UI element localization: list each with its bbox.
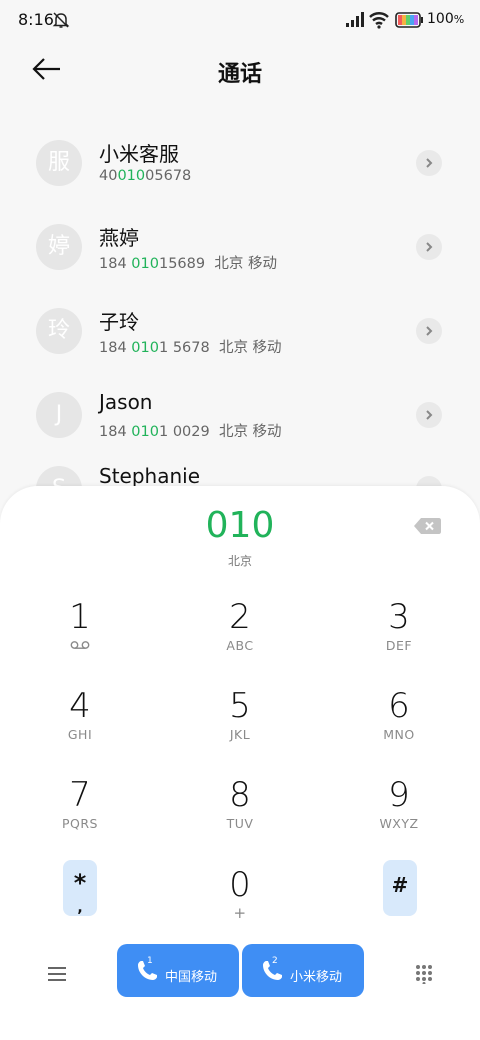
contact-name: 燕婷 — [99, 226, 139, 250]
backspace-icon[interactable] — [412, 515, 442, 537]
voicemail-icon — [70, 641, 90, 649]
contact-number: 184 0101 5678 北京 移动 — [99, 340, 282, 356]
contact-row[interactable]: 婷 燕婷 184 01015689 北京 移动 — [0, 214, 480, 298]
sim-number: 2 — [272, 956, 278, 966]
contact-name: 小米客服 — [99, 142, 179, 166]
contact-detail-button[interactable] — [416, 318, 442, 344]
dial-key-1[interactable]: 1 — [30, 598, 130, 668]
contact-detail-button[interactable] — [416, 234, 442, 260]
bell-muted-icon — [52, 12, 70, 28]
dial-key-3[interactable]: 3 DEF — [349, 598, 449, 668]
status-time: 8:16 — [18, 10, 54, 29]
dial-key-0[interactable]: 0 + — [190, 866, 290, 936]
dial-key-8[interactable]: 8 TUV — [190, 776, 290, 846]
dial-key-star[interactable]: * , — [63, 860, 97, 916]
avatar: 服 — [36, 140, 82, 186]
wifi-icon — [369, 12, 389, 29]
status-bar: 8:16 100% — [0, 0, 480, 40]
menu-icon[interactable] — [46, 965, 68, 983]
dialed-number-location: 北京 — [227, 554, 252, 568]
dial-key-6[interactable]: 6 MNO — [349, 687, 449, 757]
battery-percent: 100% — [427, 11, 465, 27]
contact-row[interactable]: 服 小米客服 4001005678 — [0, 130, 480, 214]
cellular-signal-icon — [346, 12, 364, 27]
dial-key-4[interactable]: 4 GHI — [30, 687, 130, 757]
battery-icon — [395, 12, 423, 28]
chevron-right-icon — [426, 326, 433, 336]
dial-key-hash[interactable]: # — [383, 860, 417, 916]
contact-name: Stephanie — [99, 464, 201, 488]
contact-name: 子玲 — [99, 310, 139, 334]
avatar: 婷 — [36, 224, 82, 270]
contact-location: 北京 移动 — [218, 340, 282, 356]
dialed-number: 010 — [205, 505, 275, 546]
dialer-sheet — [0, 486, 480, 1040]
dial-key-5[interactable]: 5 JKL — [190, 687, 290, 757]
call-sim2-label: 小米移动 — [290, 970, 343, 985]
contact-number: 4001005678 — [99, 168, 192, 184]
call-sim1-button[interactable]: 1 中国移动 — [117, 944, 239, 997]
dial-key-7[interactable]: 7 PQRS — [30, 776, 130, 846]
chevron-right-icon — [426, 242, 433, 252]
page-title: 通话 — [217, 62, 262, 87]
sim-number: 1 — [147, 956, 153, 966]
keypad-toggle-icon[interactable] — [414, 964, 434, 984]
dial-key-9[interactable]: 9 WXYZ — [349, 776, 449, 846]
contact-detail-button[interactable] — [416, 402, 442, 428]
dial-key-2[interactable]: 2 ABC — [190, 598, 290, 668]
contact-row[interactable]: 玲 子玲 184 0101 5678 北京 移动 — [0, 298, 480, 382]
contact-location: 北京 移动 — [214, 256, 277, 272]
contact-row[interactable]: J Jason 184 0101 0029 北京 移动 — [0, 382, 480, 466]
call-sim1-label: 中国移动 — [165, 970, 218, 985]
contact-number: 184 01015689 北京 移动 — [99, 256, 277, 272]
contact-number: 184 0101 0029 北京 移动 — [99, 424, 282, 440]
contact-detail-button[interactable] — [416, 150, 442, 176]
call-sim2-button[interactable]: 2 小米移动 — [242, 944, 364, 997]
chevron-right-icon — [426, 410, 433, 420]
chevron-right-icon — [426, 158, 433, 168]
contact-name: Jason — [99, 390, 153, 414]
avatar: 玲 — [36, 308, 82, 354]
contact-location: 北京 移动 — [218, 424, 282, 440]
avatar: J — [36, 392, 82, 438]
